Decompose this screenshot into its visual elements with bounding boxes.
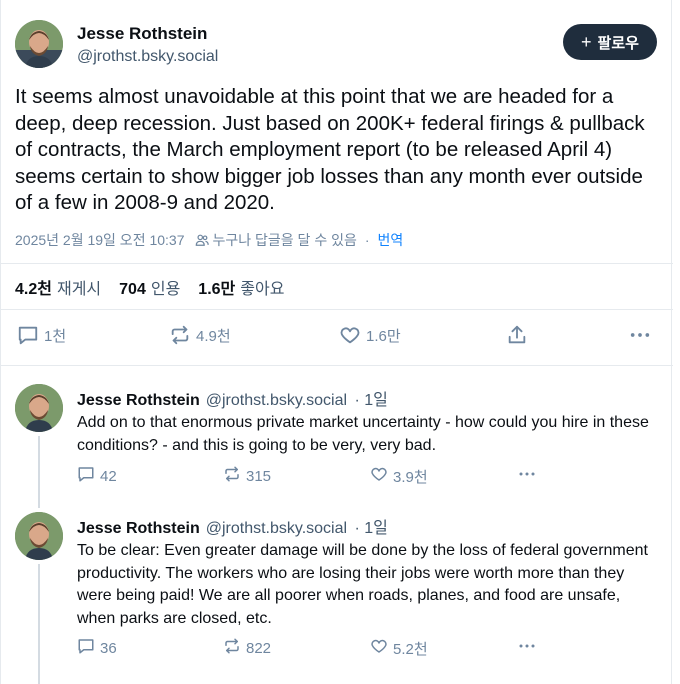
reply-age[interactable]: · 1일	[355, 392, 388, 409]
quotes-count: 704	[119, 281, 146, 298]
reposts-count: 4.2천	[15, 281, 52, 298]
repost-count: 4.9천	[196, 327, 231, 345]
post-actions: 1천 4.9천 1.6만	[1, 324, 673, 350]
reposts-stat[interactable]: 4.2천 재게시	[15, 275, 101, 299]
people-icon	[195, 233, 209, 247]
like-button[interactable]: 1.6만	[339, 324, 401, 346]
avatar-image	[15, 20, 63, 68]
repost-button[interactable]: 822	[223, 637, 271, 659]
reply-author-name[interactable]: Jesse Rothstein	[77, 520, 200, 537]
likes-stat[interactable]: 1.6만 좋아요	[198, 275, 284, 299]
reply-author-avatar[interactable]	[15, 512, 63, 560]
post-text: It seems almost unavoidable at this poin…	[15, 85, 645, 215]
author-name[interactable]: Jesse Rothstein	[77, 24, 207, 44]
repost-count: 315	[246, 467, 272, 485]
heart-icon	[370, 637, 388, 659]
reply-actions: 42 315 3.9천	[77, 465, 637, 487]
post-thread: Jesse Rothstein @jrothst.bsky.social + 팔…	[0, 0, 673, 684]
follow-button[interactable]: + 팔로우	[563, 24, 657, 60]
meta-separator: ·	[364, 232, 370, 248]
like-count: 1.6만	[366, 327, 401, 345]
share-button[interactable]	[506, 324, 528, 346]
repost-icon	[223, 637, 241, 659]
avatar-image	[15, 384, 63, 432]
repost-count: 822	[246, 639, 272, 657]
likes-label: 좋아요	[240, 281, 285, 298]
thread-line	[38, 564, 40, 684]
reply-icon	[77, 637, 95, 659]
reply-age[interactable]: · 1일	[355, 520, 388, 537]
repost-icon	[223, 465, 241, 487]
more-options-button[interactable]	[629, 324, 651, 346]
reply-button[interactable]: 36	[77, 637, 117, 659]
plus-icon: +	[581, 32, 592, 52]
reply-count: 1천	[44, 327, 67, 345]
more-options-button[interactable]	[517, 465, 537, 487]
reply-author-handle[interactable]: @jrothst.bsky.social	[206, 392, 347, 409]
reply-author-avatar[interactable]	[15, 384, 63, 432]
heart-icon	[370, 465, 388, 487]
reply-actions: 36 822 5.2천	[77, 637, 637, 659]
author-avatar[interactable]	[15, 20, 63, 68]
like-count: 3.9천	[393, 468, 428, 486]
reply-text: Add on to that enormous private market u…	[77, 414, 649, 454]
reply-button[interactable]: 42	[77, 465, 117, 487]
reply-header: Jesse Rothstein @jrothst.bsky.social · 1일	[77, 386, 388, 410]
reply-author-name[interactable]: Jesse Rothstein	[77, 392, 200, 409]
reposts-label: 재게시	[56, 281, 102, 298]
follow-label: 팔로우	[597, 34, 639, 52]
heart-icon	[339, 324, 361, 346]
like-button[interactable]: 5.2천	[370, 637, 428, 659]
reply-count: 36	[100, 639, 117, 657]
divider	[1, 365, 673, 366]
reply-icon	[77, 465, 95, 487]
repost-icon	[169, 324, 191, 346]
translate-link[interactable]: 번역	[378, 230, 404, 250]
likes-count: 1.6만	[198, 281, 236, 298]
reply-button[interactable]: 1천	[17, 324, 66, 346]
quotes-label: 인용	[150, 281, 181, 298]
reply-count: 42	[100, 467, 117, 485]
more-icon	[517, 637, 537, 659]
divider	[1, 263, 673, 264]
post-timestamp[interactable]: 2025년 2월 19일 오전 10:37	[15, 230, 185, 250]
reply-text: To be clear: Even greater damage will be…	[77, 542, 648, 627]
like-count: 5.2천	[393, 640, 428, 658]
more-icon	[629, 324, 651, 346]
repost-button[interactable]: 315	[223, 465, 271, 487]
post-stats: 4.2천 재게시 704 인용 1.6만 좋아요	[15, 275, 302, 299]
like-button[interactable]: 3.9천	[370, 465, 428, 487]
reply-permission: 누구나 답글을 달 수 있음	[212, 232, 357, 248]
more-icon	[517, 465, 537, 487]
more-options-button[interactable]	[517, 637, 537, 659]
reply-icon	[17, 324, 39, 346]
repost-button[interactable]: 4.9천	[169, 324, 231, 346]
divider	[1, 309, 673, 310]
reply-header: Jesse Rothstein @jrothst.bsky.social · 1일	[77, 514, 388, 538]
thread-line	[38, 436, 40, 508]
share-icon	[506, 324, 528, 346]
avatar-image	[15, 512, 63, 560]
reply-author-handle[interactable]: @jrothst.bsky.social	[206, 520, 347, 537]
post-meta: 2025년 2월 19일 오전 10:37 누구나 답글을 달 수 있음 · 번…	[15, 230, 403, 250]
author-handle[interactable]: @jrothst.bsky.social	[77, 48, 218, 66]
quotes-stat[interactable]: 704 인용	[119, 275, 180, 299]
